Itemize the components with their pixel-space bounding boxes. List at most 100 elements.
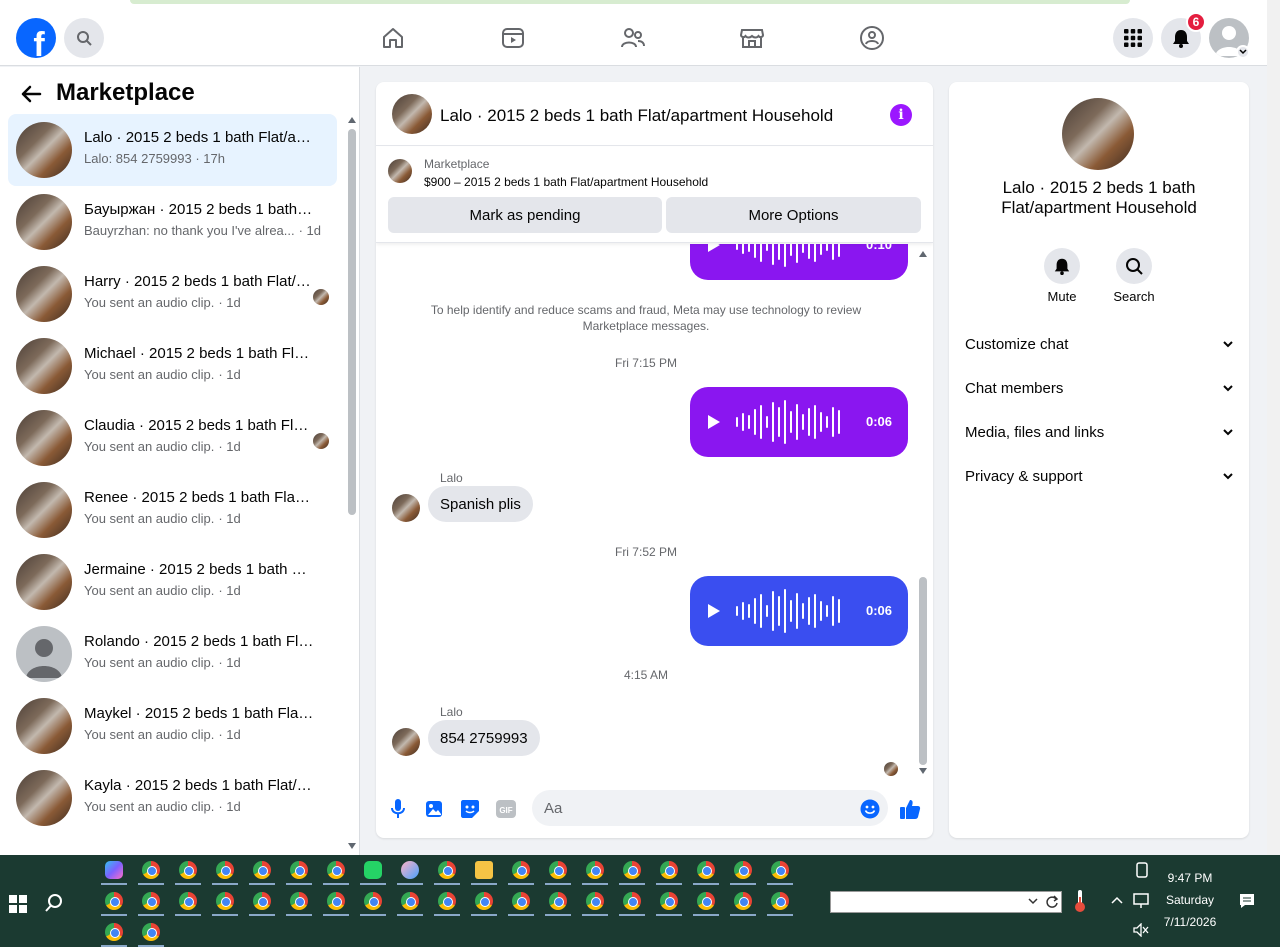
chrome-taskbar-icon[interactable] (179, 892, 197, 910)
conversation-avatar[interactable] (16, 698, 72, 754)
conversation-avatar[interactable] (16, 122, 72, 178)
chrome-taskbar-icon[interactable] (549, 892, 567, 910)
taskbar-search-icon[interactable] (44, 893, 64, 913)
details-section-row[interactable]: Privacy & support (965, 456, 1233, 496)
menu-button[interactable] (1113, 18, 1153, 58)
watch-nav-button[interactable] (499, 24, 527, 52)
text-message[interactable]: 854 2759993 (428, 720, 540, 756)
chrome-taskbar-icon[interactable] (734, 861, 752, 879)
chevron-down-icon[interactable] (1028, 897, 1038, 905)
chrome-taskbar-icon[interactable] (660, 861, 678, 879)
chrome-taskbar-icon[interactable] (253, 892, 271, 910)
clock-date[interactable]: 7/11/2026 (1140, 915, 1240, 929)
chrome-taskbar-icon[interactable] (438, 861, 456, 879)
facebook-logo[interactable]: f (16, 18, 56, 58)
mute-button[interactable]: Mute (1032, 248, 1092, 304)
chevron-down-icon[interactable] (1223, 384, 1233, 392)
more-options-button[interactable]: More Options (666, 197, 921, 233)
friends-nav-button[interactable] (619, 24, 647, 52)
conversation-avatar[interactable] (16, 554, 72, 610)
conversation-avatar[interactable] (16, 626, 72, 682)
chrome-taskbar-icon[interactable] (216, 861, 234, 879)
chrome-taskbar-icon[interactable] (586, 861, 604, 879)
mark-as-pending-button[interactable]: Mark as pending (388, 197, 662, 233)
conversation-avatar[interactable] (16, 338, 72, 394)
marketplace-nav-button[interactable] (738, 24, 766, 52)
chrome-taskbar-icon[interactable] (253, 861, 271, 879)
file-explorer-taskbar-icon[interactable] (475, 861, 493, 879)
chrome-taskbar-icon[interactable] (475, 892, 493, 910)
voice-clip-button[interactable] (387, 798, 409, 820)
chrome-taskbar-icon[interactable] (438, 892, 456, 910)
conversation-item[interactable]: Lalo · 2015 2 beds 1 bath Flat/apartment… (8, 114, 337, 186)
chrome-taskbar-icon[interactable] (290, 892, 308, 910)
chrome-taskbar-icon[interactable] (327, 861, 345, 879)
conversation-avatar[interactable] (16, 482, 72, 538)
audio-message[interactable]: 0:06 (690, 576, 908, 646)
conversation-avatar[interactable] (16, 266, 72, 322)
sender-avatar[interactable] (392, 494, 420, 522)
conversation-item[interactable]: Kayla · 2015 2 beds 1 bath Flat/apartmen… (8, 762, 337, 834)
details-section-row[interactable]: Chat members (965, 368, 1233, 408)
chrome-taskbar-icon[interactable] (512, 861, 530, 879)
listing-thumbnail[interactable] (388, 159, 412, 183)
page-scrollbar[interactable] (1267, 0, 1280, 855)
chat-title[interactable]: Lalo · 2015 2 beds 1 bath Flat/apartment… (440, 106, 833, 126)
scrollbar-thumb[interactable] (919, 577, 927, 765)
play-icon[interactable] (708, 604, 720, 618)
chrome-taskbar-icon[interactable] (697, 892, 715, 910)
chrome-taskbar-icon[interactable] (327, 892, 345, 910)
chrome-taskbar-icon[interactable] (401, 892, 419, 910)
paint-taskbar-icon[interactable] (401, 861, 419, 879)
chrome-taskbar-icon[interactable] (142, 861, 160, 879)
search-in-chat-button[interactable]: Search (1104, 248, 1164, 304)
conversation-item[interactable]: Renee · 2015 2 beds 1 bath Flat/apartmen… (8, 474, 337, 546)
account-menu-chevron[interactable] (1236, 45, 1250, 59)
play-icon[interactable] (708, 244, 720, 252)
scroll-down-arrow[interactable] (348, 843, 356, 849)
conversation-item[interactable]: Rolando · 2015 2 beds 1 bath Flat/apartm… (8, 618, 337, 690)
chrome-taskbar-icon[interactable] (697, 861, 715, 879)
chrome-taskbar-icon[interactable] (623, 892, 641, 910)
chevron-down-icon[interactable] (1223, 472, 1233, 480)
chrome-taskbar-icon[interactable] (216, 892, 234, 910)
windows-start-icon[interactable] (9, 895, 27, 913)
chrome-taskbar-icon[interactable] (660, 892, 678, 910)
conversation-item[interactable]: Бауыржан · 2015 2 beds 1 bath Flat/apart… (8, 186, 337, 258)
play-icon[interactable] (708, 415, 720, 429)
chevron-down-icon[interactable] (1223, 428, 1233, 436)
chrome-taskbar-icon[interactable] (549, 861, 567, 879)
info-icon[interactable]: i (890, 104, 912, 126)
chrome-taskbar-icon[interactable] (105, 892, 123, 910)
chrome-taskbar-icon[interactable] (105, 923, 123, 941)
search-button[interactable] (64, 18, 104, 58)
notification-center-icon[interactable] (1239, 893, 1255, 909)
conversation-avatar[interactable] (16, 410, 72, 466)
attach-photo-button[interactable] (423, 798, 445, 820)
copilot-taskbar-icon[interactable] (105, 861, 123, 879)
chrome-taskbar-icon[interactable] (771, 861, 789, 879)
text-message[interactable]: Spanish plis (428, 486, 533, 522)
chrome-taskbar-icon[interactable] (179, 861, 197, 879)
audio-message[interactable]: 0:10 (690, 244, 908, 280)
conversation-item[interactable]: Jermaine · 2015 2 beds 1 bath Flat/apart… (8, 546, 337, 618)
details-section-row[interactable]: Media, files and links (965, 412, 1233, 452)
scroll-up-arrow[interactable] (919, 251, 927, 257)
thread-scrollbar[interactable] (917, 247, 929, 777)
chevron-down-icon[interactable] (1223, 340, 1233, 348)
conversation-list-scrollbar[interactable] (347, 117, 357, 849)
conversation-avatar[interactable] (16, 770, 72, 826)
message-input[interactable] (532, 790, 888, 826)
conversation-item[interactable]: Claudia · 2015 2 beds 1 bath Flat/apartm… (8, 402, 337, 474)
clock-time[interactable]: 9:47 PM (1140, 871, 1240, 885)
scroll-up-arrow[interactable] (348, 117, 356, 123)
sticker-button[interactable] (459, 798, 481, 820)
chevron-up-icon[interactable] (1111, 896, 1123, 904)
search-circle[interactable] (1116, 248, 1152, 284)
refresh-icon[interactable] (1045, 895, 1059, 909)
like-button[interactable] (899, 798, 921, 820)
chat-avatar[interactable] (392, 94, 432, 134)
conversation-item[interactable]: Michael · 2015 2 beds 1 bath Flat/apartm… (8, 330, 337, 402)
conversation-item[interactable]: Harry · 2015 2 beds 1 bath Flat/apartmen… (8, 258, 337, 330)
details-section-row[interactable]: Customize chat (965, 324, 1233, 364)
